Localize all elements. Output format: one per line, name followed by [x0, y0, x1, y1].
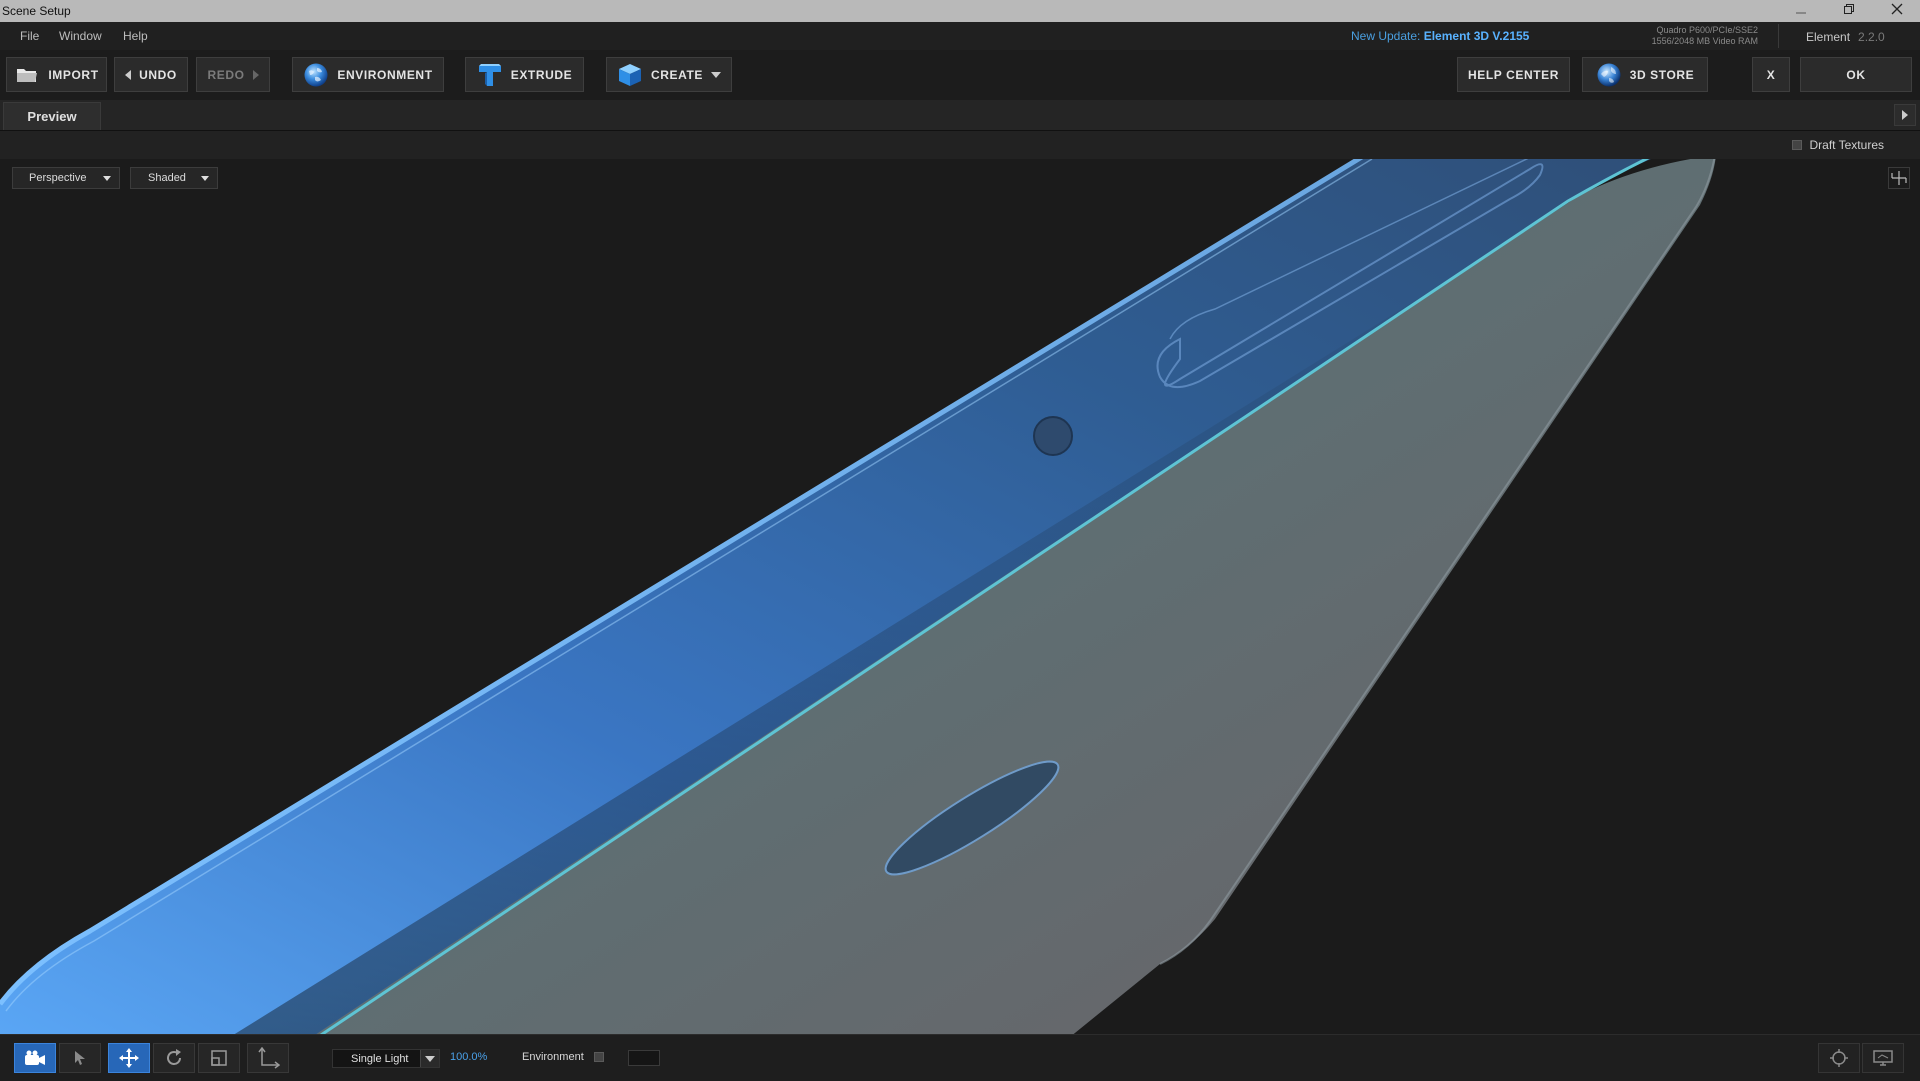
help-center-label: HELP CENTER: [1467, 67, 1560, 82]
draft-textures-toggle[interactable]: Draft Textures: [1791, 138, 1884, 152]
move-arrows-icon: [119, 1048, 139, 1068]
menu-window[interactable]: Window: [59, 29, 102, 43]
ok-label: OK: [1846, 67, 1866, 82]
move-tool-button[interactable]: [108, 1043, 150, 1073]
chevron-down-icon: [201, 176, 209, 181]
update-prefix: New Update:: [1351, 29, 1421, 43]
ok-button[interactable]: OK: [1800, 57, 1912, 92]
product-version: 2.2.0: [1858, 30, 1885, 44]
shading-mode-value: Shaded: [148, 172, 186, 184]
main-toolbar: IMPORT UNDO REDO ENVIRONMENT EXTRUDE CRE…: [0, 50, 1920, 100]
draft-textures-label: Draft Textures: [1809, 138, 1884, 152]
minimize-icon: [1796, 12, 1806, 14]
menu-bar: File Window Help New Update: Element 3D …: [0, 22, 1920, 50]
earth-icon: [1597, 63, 1621, 86]
bottom-toolbar: Single Light 100.0% Environment: [0, 1034, 1920, 1081]
create-button[interactable]: CREATE: [606, 57, 732, 92]
close-icon: [1891, 3, 1903, 15]
product-info: Element 2.2.0: [1806, 30, 1885, 44]
close-window-button[interactable]: [1874, 0, 1920, 22]
monitor-icon: [1873, 1050, 1893, 1066]
draft-textures-checkbox[interactable]: [1791, 140, 1802, 150]
menu-divider: [1778, 24, 1779, 48]
viewport-header: Draft Textures: [0, 131, 1920, 159]
light-mode-dropdown[interactable]: Single Light: [332, 1049, 440, 1068]
redo-button[interactable]: REDO: [196, 57, 270, 92]
create-label: CREATE: [650, 67, 704, 82]
camera-view-dropdown[interactable]: Perspective: [12, 167, 120, 189]
3d-store-label: 3D STORE: [1629, 67, 1695, 82]
expand-panel-button[interactable]: [1894, 104, 1916, 126]
shading-mode-dropdown[interactable]: Shaded: [130, 167, 218, 189]
camera-tool-button[interactable]: [14, 1043, 56, 1073]
render-settings-button[interactable]: [1818, 1043, 1860, 1073]
light-intensity-value[interactable]: 100.0%: [450, 1051, 487, 1063]
panel-tab-strip: Preview: [0, 100, 1920, 131]
scale-tool-button[interactable]: [198, 1043, 240, 1073]
camera-view-value: Perspective: [29, 172, 87, 184]
gpu-ram: 1556/2048 MB Video RAM: [1651, 36, 1758, 46]
environment-toggle-label: Environment: [522, 1051, 584, 1063]
select-tool-button[interactable]: [59, 1043, 101, 1073]
cancel-button[interactable]: X: [1752, 57, 1790, 92]
light-mode-dropdown-button[interactable]: [420, 1050, 439, 1067]
chevron-right-icon: [1902, 110, 1908, 120]
tab-preview[interactable]: Preview: [3, 102, 101, 130]
arrow-left-icon: [125, 69, 132, 80]
maximize-viewport-button[interactable]: [1888, 167, 1910, 189]
target-icon: [1830, 1049, 1848, 1067]
axis-tool-button[interactable]: [247, 1043, 289, 1073]
product-name: Element: [1806, 30, 1851, 44]
camera-icon: [25, 1050, 45, 1065]
redo-label: REDO: [207, 67, 245, 82]
window-title: Scene Setup: [2, 4, 71, 18]
chevron-down-icon: [103, 176, 111, 181]
rotate-icon: [167, 1049, 181, 1065]
display-settings-button[interactable]: [1862, 1043, 1904, 1073]
phone-model-render: [0, 159, 1716, 1034]
menu-help[interactable]: Help: [123, 29, 148, 43]
gpu-name: Quadro P600/PCIe/SSE2: [1656, 25, 1758, 35]
scale-icon: [211, 1050, 227, 1066]
restore-button[interactable]: [1826, 0, 1872, 22]
chevron-down-icon: [711, 71, 722, 78]
extrude-t-icon: [478, 63, 501, 86]
import-label: IMPORT: [48, 67, 99, 82]
axis-icon: [258, 1047, 280, 1069]
light-mode-value: Single Light: [351, 1052, 409, 1065]
3d-store-button[interactable]: 3D STORE: [1582, 57, 1708, 92]
environment-checkbox[interactable]: [594, 1052, 604, 1062]
environment-label: ENVIRONMENT: [337, 67, 433, 82]
undo-label: UNDO: [139, 67, 177, 82]
menu-file[interactable]: File: [20, 29, 39, 43]
extrude-label: EXTRUDE: [510, 67, 573, 82]
environment-button[interactable]: ENVIRONMENT: [292, 57, 444, 92]
arrow-right-icon: [252, 69, 259, 80]
3d-viewport[interactable]: Perspective Shaded: [0, 159, 1920, 1034]
update-version: Element 3D V.2155: [1423, 29, 1530, 43]
cube-icon: [618, 63, 641, 86]
environment-color-swatch[interactable]: [628, 1050, 660, 1066]
globe-icon: [304, 63, 328, 86]
cursor-arrow-icon: [75, 1051, 85, 1065]
undo-button[interactable]: UNDO: [114, 57, 188, 92]
chevron-down-icon: [425, 1055, 435, 1062]
gpu-info: Quadro P600/PCIe/SSE2 1556/2048 MB Video…: [1640, 25, 1758, 47]
restore-icon: [1844, 4, 1854, 14]
update-notice[interactable]: New Update: Element 3D V.2155: [1351, 29, 1529, 43]
cancel-label: X: [1766, 67, 1776, 82]
import-button[interactable]: IMPORT: [6, 57, 107, 92]
maximize-icon: [1891, 171, 1907, 185]
folder-icon: [17, 68, 38, 82]
rotate-tool-button[interactable]: [153, 1043, 195, 1073]
extrude-button[interactable]: EXTRUDE: [465, 57, 584, 92]
minimize-button[interactable]: [1778, 0, 1824, 22]
help-center-button[interactable]: HELP CENTER: [1457, 57, 1570, 92]
title-bar: Scene Setup: [0, 0, 1920, 22]
